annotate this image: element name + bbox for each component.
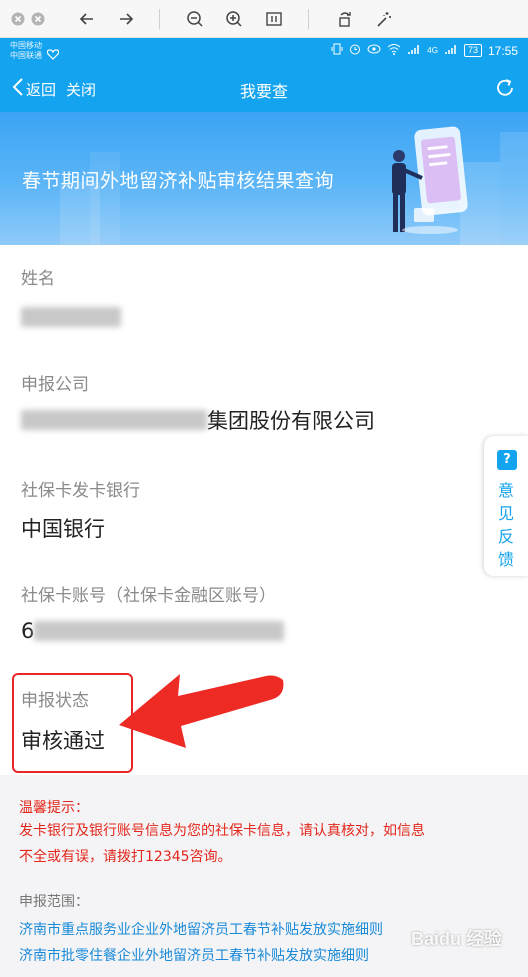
- feedback-label: 意见反馈: [498, 481, 515, 569]
- scope-link-1[interactable]: 济南市重点服务业企业外地留济员工春节补贴发放实施细则: [19, 919, 383, 939]
- scope-link-2[interactable]: 济南市批零住餐企业外地留济员工春节补贴发放实施细则: [19, 945, 369, 965]
- watermark-logo: Baidu 经验: [410, 929, 502, 949]
- tips-line-2: 不全或有误，请拨打12345咨询。: [19, 849, 232, 865]
- feedback-tab[interactable]: ? 意见反馈: [484, 436, 528, 576]
- scope-heading: 申报范围：: [19, 894, 89, 910]
- help-icon: ?: [497, 450, 517, 470]
- tips-line-1: 发卡银行及银行账号信息为您的社保卡信息，请认真核对，如信息: [19, 823, 425, 839]
- tips-heading: 温馨提示：: [19, 800, 89, 816]
